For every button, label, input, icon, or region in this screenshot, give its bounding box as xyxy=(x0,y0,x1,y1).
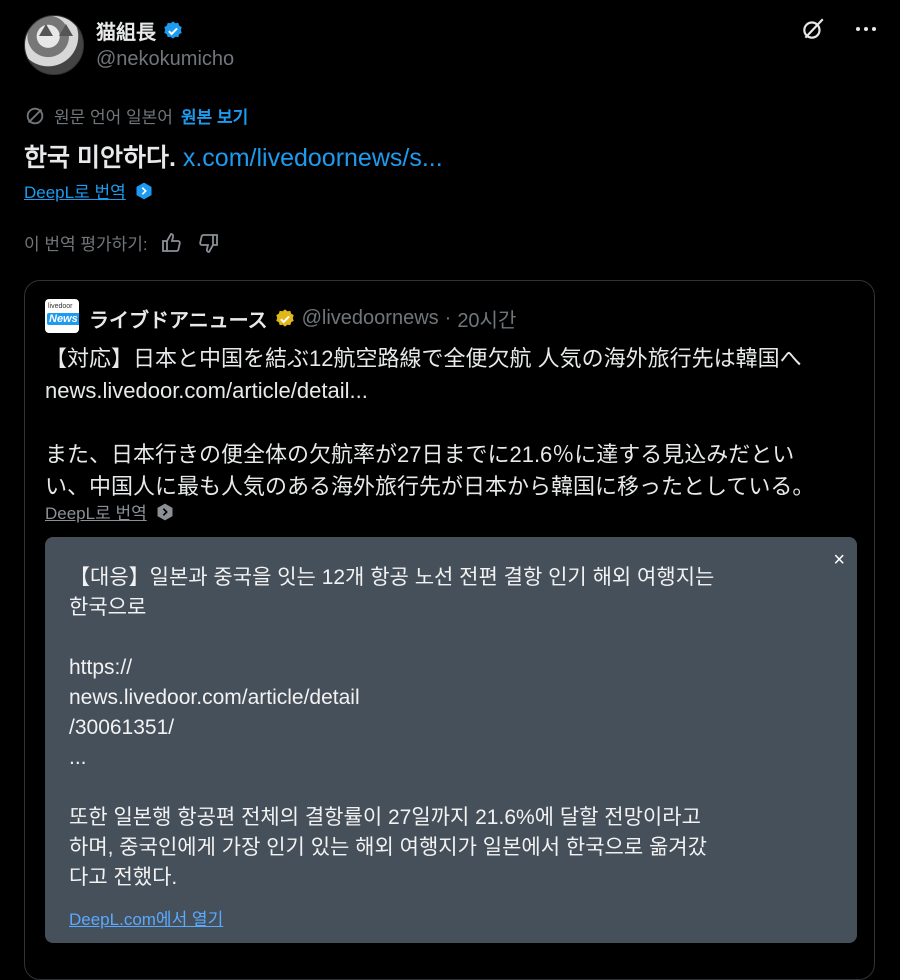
thumbs-down-icon[interactable] xyxy=(196,231,220,255)
verified-gold-badge-icon xyxy=(275,308,294,327)
post-link[interactable]: x.com/livedoornews/s... xyxy=(183,144,443,172)
separator-dot: · xyxy=(444,307,452,329)
rate-translation-row: 이 번역 평가하기: xyxy=(24,230,220,255)
translate-icon xyxy=(26,107,44,124)
author-name-label: 猫組長 xyxy=(96,22,156,44)
translation-panel: × 【대응】일본과 중국을 잇는 12개 항공 노선 전편 결항 인기 해외 여… xyxy=(45,537,857,943)
deepl-icon xyxy=(136,182,152,199)
more-icon[interactable] xyxy=(854,17,878,41)
deepl-icon xyxy=(157,503,173,520)
original-language-label: 원문 언어 일본어 xyxy=(54,108,173,127)
thumbs-up-icon[interactable] xyxy=(160,231,184,255)
quoted-handle[interactable]: @livedoornews xyxy=(302,307,439,330)
quoted-name[interactable]: ライブドアニュース xyxy=(89,304,268,333)
view-original-link[interactable]: 원본 보기 xyxy=(181,103,248,128)
quoted-post[interactable]: livedoor News ライブドアニュース @livedoornews · … xyxy=(24,280,875,980)
verified-badge-icon xyxy=(164,20,182,39)
open-deepl-link[interactable]: DeepL.com에서 열기 xyxy=(69,905,223,930)
quoted-header: ライブドアニュース @livedoornews · 20시간 xyxy=(89,304,516,333)
original-language-row: 원문 언어 일본어 원본 보기 xyxy=(24,103,248,128)
deepl-translate-label: DeepL로 번역 xyxy=(24,183,126,202)
author-name[interactable]: 猫組長 xyxy=(96,16,184,45)
quoted-time[interactable]: 20시간 xyxy=(457,304,516,333)
close-icon[interactable]: × xyxy=(833,549,845,572)
grok-icon[interactable] xyxy=(800,16,826,42)
quoted-body: 【対応】日本と中国を結ぶ12航空路線で全便欠航 人気の海外旅行先は韓国へ new… xyxy=(45,346,815,499)
logo-bottom-text: News xyxy=(47,313,79,325)
author-handle[interactable]: @nekokumicho xyxy=(96,48,234,71)
translation-text: 【대응】일본과 중국을 잇는 12개 항공 노선 전편 결항 인기 해외 여행지… xyxy=(69,566,715,889)
quoted-avatar[interactable]: livedoor News xyxy=(45,299,79,333)
quoted-deepl-translate-label: DeepL로 번역 xyxy=(45,504,147,523)
header-actions xyxy=(800,16,878,42)
post-body: 한국 미안하다. xyxy=(24,144,176,172)
post-text: 한국 미안하다. x.com/livedoornews/s... xyxy=(24,138,443,174)
quoted-deepl-translate-button[interactable]: DeepL로 번역 xyxy=(45,499,175,524)
rate-label: 이 번역 평가하기: xyxy=(24,235,148,254)
deepl-translate-button[interactable]: DeepL로 번역 xyxy=(24,178,154,203)
avatar[interactable] xyxy=(24,15,84,75)
logo-top-text: livedoor xyxy=(48,303,73,310)
